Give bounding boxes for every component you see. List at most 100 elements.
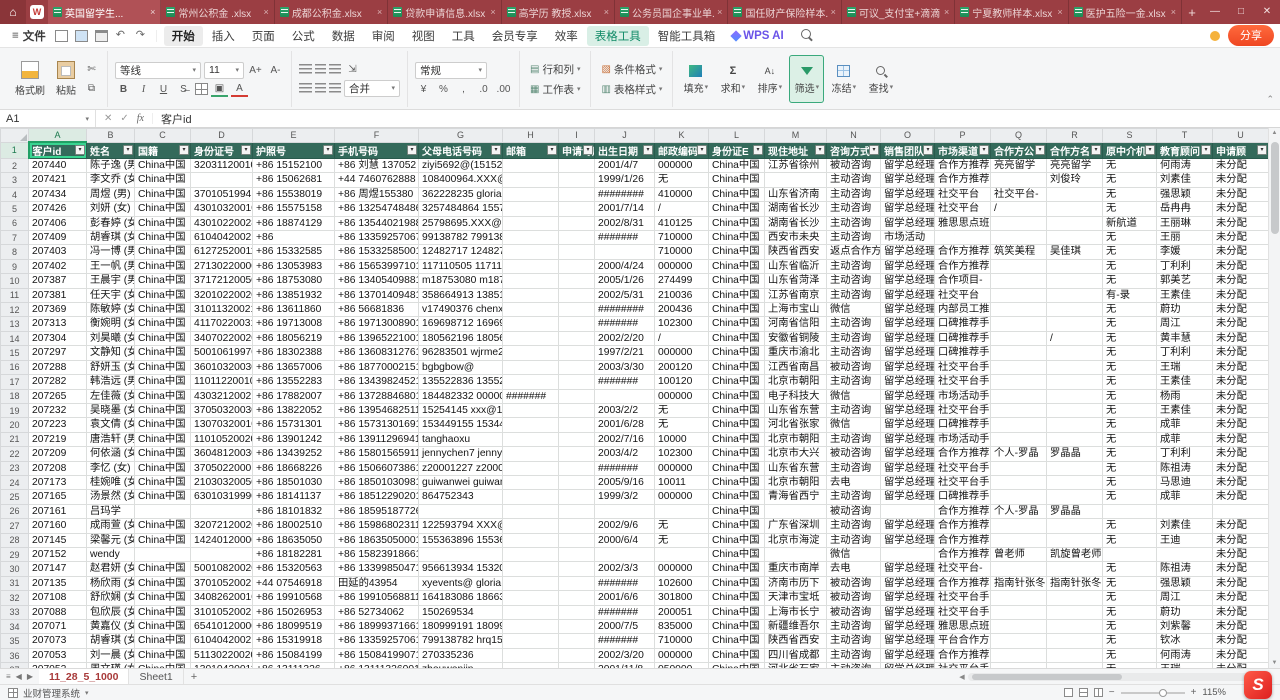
filter-icon[interactable]: ▾: [323, 145, 333, 155]
cell[interactable]: 无: [655, 403, 709, 417]
cell[interactable]: 留学总经理: [881, 447, 935, 461]
cell[interactable]: 2003/2/2: [595, 403, 655, 417]
cell[interactable]: 无: [1103, 303, 1157, 317]
filter-header-cell[interactable]: 身份证E▾: [709, 142, 765, 159]
row-number[interactable]: 30: [1, 562, 29, 576]
cell[interactable]: +86 56681836: [335, 303, 419, 317]
cell[interactable]: 合作方推荐: [935, 519, 991, 533]
cell[interactable]: China中国: [135, 317, 191, 331]
cell[interactable]: 207402: [29, 259, 87, 273]
close-icon[interactable]: ×: [717, 7, 722, 17]
cell[interactable]: 未分配: [1213, 648, 1269, 662]
insert-function-icon[interactable]: fx: [137, 113, 144, 124]
cell[interactable]: 207297: [29, 346, 87, 360]
filter-header-cell[interactable]: 护照号▾: [253, 142, 335, 159]
cell[interactable]: 桂婉唯 (女: [87, 475, 135, 489]
cell[interactable]: +86 13701409481: [335, 288, 419, 302]
cell[interactable]: 合作方推荐: [935, 159, 991, 173]
cell[interactable]: [559, 562, 595, 576]
cell[interactable]: #######: [595, 231, 655, 245]
cell[interactable]: 32010220020531242X: [191, 288, 253, 302]
save-icon[interactable]: [75, 30, 88, 42]
cell[interactable]: 无: [655, 533, 709, 547]
tab-tools[interactable]: 工具: [444, 26, 483, 46]
cell[interactable]: 陕西省西安: [765, 245, 827, 259]
cell[interactable]: 10000: [655, 432, 709, 446]
cell[interactable]: 陈敏婷 (女: [87, 303, 135, 317]
filter-header-cell[interactable]: 教育顾问▾: [1157, 142, 1213, 159]
filter-icon[interactable]: ▾: [869, 145, 879, 155]
cell[interactable]: 200120: [655, 360, 709, 374]
cell[interactable]: 2002/7/16: [595, 432, 655, 446]
next-sheet-icon[interactable]: ▶: [27, 672, 33, 681]
cell[interactable]: 无: [1103, 663, 1157, 668]
cell[interactable]: 合作方推荐: [935, 259, 991, 273]
cell[interactable]: 王丽琳: [1157, 216, 1213, 230]
cell[interactable]: 2005/1/26: [595, 274, 655, 288]
cell[interactable]: 102300: [655, 447, 709, 461]
cell[interactable]: 207147: [29, 562, 87, 576]
cell[interactable]: 2000/7/5: [595, 620, 655, 634]
cell[interactable]: 刘素佳: [1157, 173, 1213, 187]
close-icon[interactable]: ×: [264, 7, 269, 17]
cell[interactable]: China中国: [135, 403, 191, 417]
confirm-icon[interactable]: ✓: [120, 113, 128, 124]
cell[interactable]: +86 15319918: [253, 634, 335, 648]
cell[interactable]: 799138782 hrq15319: [419, 634, 503, 648]
cell[interactable]: guiwanwei guiwanwei: [419, 475, 503, 489]
column-header-L[interactable]: L: [709, 129, 765, 143]
cell[interactable]: China中国: [135, 620, 191, 634]
cell[interactable]: China中国: [135, 187, 191, 201]
cell[interactable]: 11011220010918141: [191, 375, 253, 389]
cell[interactable]: 社交平台手: [935, 403, 991, 417]
cell[interactable]: +86 15986802311: [335, 519, 419, 533]
cell[interactable]: 000000: [655, 389, 709, 403]
strikethrough-button[interactable]: S̶: [175, 82, 192, 97]
status-left-label[interactable]: 业财管理系统: [23, 686, 80, 700]
cell[interactable]: [991, 317, 1047, 331]
cell[interactable]: 包欣辰 (女: [87, 605, 135, 619]
cell[interactable]: [1047, 620, 1103, 634]
cell[interactable]: 37172120050126445: [191, 274, 253, 288]
cell[interactable]: 37050320030202002: [191, 403, 253, 417]
filter-icon[interactable]: ▾: [491, 145, 501, 155]
cell[interactable]: 主动咨询: [827, 202, 881, 216]
merge-cells-button[interactable]: 合并▾: [344, 80, 400, 97]
cell[interactable]: +86 13111326001: [335, 663, 419, 668]
cell[interactable]: 1999/3/2: [595, 490, 655, 504]
cell[interactable]: 口碑推荐手: [935, 346, 991, 360]
cell[interactable]: 合作方推荐: [935, 533, 991, 547]
cell[interactable]: China中国: [135, 562, 191, 576]
cell[interactable]: China中国: [135, 389, 191, 403]
cell[interactable]: China中国: [135, 346, 191, 360]
cell[interactable]: 主动咨询: [827, 231, 881, 245]
cell[interactable]: China中国: [709, 663, 765, 668]
cell[interactable]: China中国: [135, 173, 191, 187]
cell[interactable]: [1047, 389, 1103, 403]
cell[interactable]: [559, 591, 595, 605]
cell[interactable]: [559, 216, 595, 230]
cell[interactable]: [559, 634, 595, 648]
cell[interactable]: +86 18753080: [253, 274, 335, 288]
cell[interactable]: 无: [1103, 519, 1157, 533]
cell[interactable]: [991, 216, 1047, 230]
tab-data[interactable]: 数据: [324, 26, 363, 46]
row-number[interactable]: 22: [1, 447, 29, 461]
row-number[interactable]: 14: [1, 331, 29, 345]
align-right-icon[interactable]: [329, 83, 341, 93]
cell[interactable]: 北京市朝阳: [765, 475, 827, 489]
cell[interactable]: [559, 360, 595, 374]
cell[interactable]: 汤景然 (女: [87, 490, 135, 504]
cell[interactable]: #######: [595, 461, 655, 475]
cell[interactable]: [503, 303, 559, 317]
cell[interactable]: +86 13965221001: [335, 331, 419, 345]
sort-button[interactable]: A↓排序▾: [752, 55, 787, 103]
tab-formula[interactable]: 公式: [284, 26, 323, 46]
cell[interactable]: 无: [1103, 173, 1157, 187]
cell[interactable]: #######: [503, 389, 559, 403]
cell[interactable]: 口碑推荐手: [935, 331, 991, 345]
row-number[interactable]: 13: [1, 317, 29, 331]
cell[interactable]: 1999/1/26: [595, 173, 655, 187]
cell[interactable]: 吴晓墨 (女: [87, 403, 135, 417]
cell[interactable]: [503, 375, 559, 389]
